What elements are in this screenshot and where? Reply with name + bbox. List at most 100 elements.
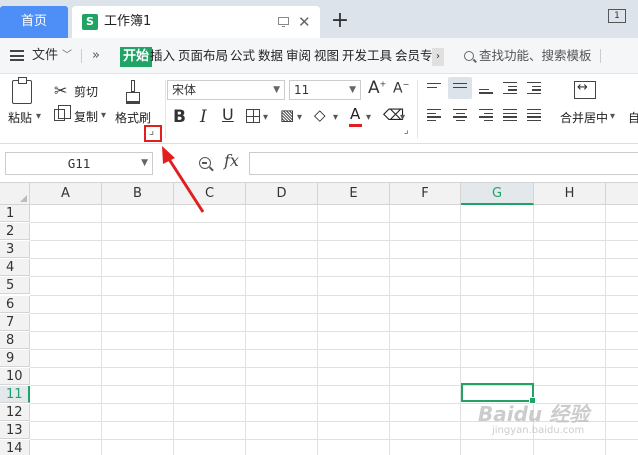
indent-icon[interactable] xyxy=(527,82,541,95)
new-tab-button[interactable]: + xyxy=(330,6,350,36)
row-header-10[interactable]: 10 xyxy=(0,367,30,385)
clear-dropdown-icon[interactable]: ▾ xyxy=(400,112,405,123)
font-size-select[interactable]: 11 ▼ xyxy=(289,80,361,100)
column-header-a[interactable]: A xyxy=(30,183,102,205)
distribute-icon[interactable] xyxy=(527,109,541,122)
paste-icon[interactable] xyxy=(12,77,32,104)
merge-dropdown-icon[interactable]: ▾ xyxy=(610,111,615,122)
tab-bar: 首页 S 工作簿1 ✕ + 1 xyxy=(0,0,638,38)
fill-color-icon[interactable]: ◇ xyxy=(314,106,326,124)
font-name-select[interactable]: 宋体 ▼ xyxy=(167,80,285,100)
hamburger-icon[interactable] xyxy=(10,50,24,61)
column-header-c[interactable]: C xyxy=(174,183,246,205)
align-top-icon[interactable] xyxy=(427,83,441,95)
cut-button[interactable]: 剪切 xyxy=(74,83,98,100)
row-header-7[interactable]: 7 xyxy=(0,313,30,331)
row-header-2[interactable]: 2 xyxy=(0,223,30,241)
row-header-8[interactable]: 8 xyxy=(0,331,30,349)
row-header-11[interactable]: 11 xyxy=(0,386,30,403)
formula-input[interactable] xyxy=(249,152,638,175)
name-box-value: G11 xyxy=(67,156,91,171)
menu-tab-developer[interactable]: 开发工具 xyxy=(342,38,392,74)
monitor-icon[interactable] xyxy=(278,17,289,27)
fill-pattern-dropdown-icon[interactable]: ▾ xyxy=(297,112,302,123)
borders-dropdown-icon[interactable]: ▾ xyxy=(263,112,268,123)
row-header-5[interactable]: 5 xyxy=(0,277,30,295)
select-all-corner[interactable] xyxy=(0,183,30,205)
align-right-icon[interactable] xyxy=(479,109,493,122)
row-header-3[interactable]: 3 xyxy=(0,241,30,259)
column-header-filler xyxy=(606,183,638,205)
align-center-icon[interactable] xyxy=(453,109,467,122)
font-name-value: 宋体 xyxy=(172,83,197,97)
font-color-icon[interactable]: A xyxy=(350,105,360,123)
tab-home[interactable]: 首页 xyxy=(0,6,68,38)
chevron-down-icon: ▼ xyxy=(349,85,356,95)
menu-tab-page-layout[interactable]: 页面布局 xyxy=(178,38,228,74)
paste-button[interactable]: 粘贴 xyxy=(8,109,32,126)
font-color-dropdown-icon[interactable]: ▾ xyxy=(366,112,371,123)
chevron-down-icon[interactable]: ﹀ xyxy=(62,38,72,74)
zoom-icon[interactable] xyxy=(199,157,211,169)
menu-tab-formulas[interactable]: 公式 xyxy=(230,38,255,74)
italic-button[interactable]: I xyxy=(200,107,207,127)
align-bottom-icon[interactable] xyxy=(479,85,493,97)
window-count-badge[interactable]: 1 xyxy=(608,9,626,23)
decrease-font-icon[interactable]: A− xyxy=(393,80,409,97)
menu-file[interactable]: 文件 xyxy=(32,38,58,74)
copy-icon[interactable] xyxy=(54,105,71,121)
column-header-d[interactable]: D xyxy=(246,183,318,205)
row-header-9[interactable]: 9 xyxy=(0,349,30,367)
close-icon[interactable]: ✕ xyxy=(298,6,311,38)
row-header-4[interactable]: 4 xyxy=(0,259,30,277)
column-header-e[interactable]: E xyxy=(318,183,390,205)
auto-wrap-button[interactable]: 自 xyxy=(628,109,638,126)
menu-tab-review[interactable]: 审阅 xyxy=(286,38,311,74)
column-header-b[interactable]: B xyxy=(102,183,174,205)
row-header-6[interactable]: 6 xyxy=(0,295,30,313)
underline-button[interactable]: U xyxy=(222,105,234,124)
justify-icon[interactable] xyxy=(503,109,517,122)
merge-center-icon[interactable] xyxy=(574,80,596,99)
menu-tab-start[interactable]: 开始 xyxy=(120,47,153,67)
name-box[interactable]: G11 ▼ xyxy=(5,152,153,175)
copy-button[interactable]: 复制 xyxy=(74,108,98,125)
row-header-1[interactable]: 1 xyxy=(0,205,30,222)
ribbon-toolbar: 粘贴 ▾ ✂ 剪切 复制 ▾ 格式刷 宋体 ▼ 11 ▼ A+ A− B I U… xyxy=(0,75,638,144)
watermark-url: jingyan.baidu.com xyxy=(492,425,585,436)
align-left-icon[interactable] xyxy=(427,109,441,122)
scissors-icon[interactable]: ✂ xyxy=(54,81,67,100)
function-icon[interactable]: fx xyxy=(224,151,239,170)
column-header-h[interactable]: H xyxy=(534,183,606,205)
row-header-13[interactable]: 13 xyxy=(0,422,30,440)
increase-font-icon[interactable]: A+ xyxy=(368,78,386,98)
font-dialog-launcher[interactable]: ⌟ xyxy=(404,125,409,136)
paste-dropdown-icon[interactable]: ▾ xyxy=(36,111,41,122)
menu-tab-insert[interactable]: 插入 xyxy=(150,38,175,74)
align-middle-icon[interactable] xyxy=(453,83,467,95)
borders-icon[interactable] xyxy=(246,109,260,123)
clipboard-dialog-launcher[interactable] xyxy=(144,124,162,142)
outdent-icon[interactable] xyxy=(503,82,517,95)
grid-line xyxy=(30,385,638,386)
merge-center-button[interactable]: 合并居中 xyxy=(560,109,608,126)
copy-dropdown-icon[interactable]: ▾ xyxy=(101,110,106,121)
menu-tab-member[interactable]: 会员专 xyxy=(395,38,433,74)
column-header-g[interactable]: G xyxy=(461,183,534,205)
menu-tab-data[interactable]: 数据 xyxy=(258,38,283,74)
format-painter-icon[interactable] xyxy=(126,80,140,106)
bold-button[interactable]: B xyxy=(173,107,186,127)
menu-scroll-right-button[interactable]: › xyxy=(432,48,444,66)
font-size-value: 11 xyxy=(294,83,310,97)
menu-tab-view[interactable]: 视图 xyxy=(314,38,339,74)
format-painter-button[interactable]: 格式刷 xyxy=(115,109,151,126)
column-header-f[interactable]: F xyxy=(390,183,461,205)
divider xyxy=(81,49,82,63)
row-header-12[interactable]: 12 xyxy=(0,404,30,422)
menu-more-button[interactable]: » xyxy=(92,38,100,74)
tab-workbook[interactable]: S 工作簿1 ✕ xyxy=(72,6,320,38)
fill-pattern-icon[interactable]: ▧ xyxy=(280,106,294,124)
search-commands-input[interactable]: 查找功能、搜索模板 xyxy=(479,38,592,74)
row-header-14[interactable]: 14 xyxy=(0,440,30,455)
fill-color-dropdown-icon[interactable]: ▾ xyxy=(333,112,338,123)
